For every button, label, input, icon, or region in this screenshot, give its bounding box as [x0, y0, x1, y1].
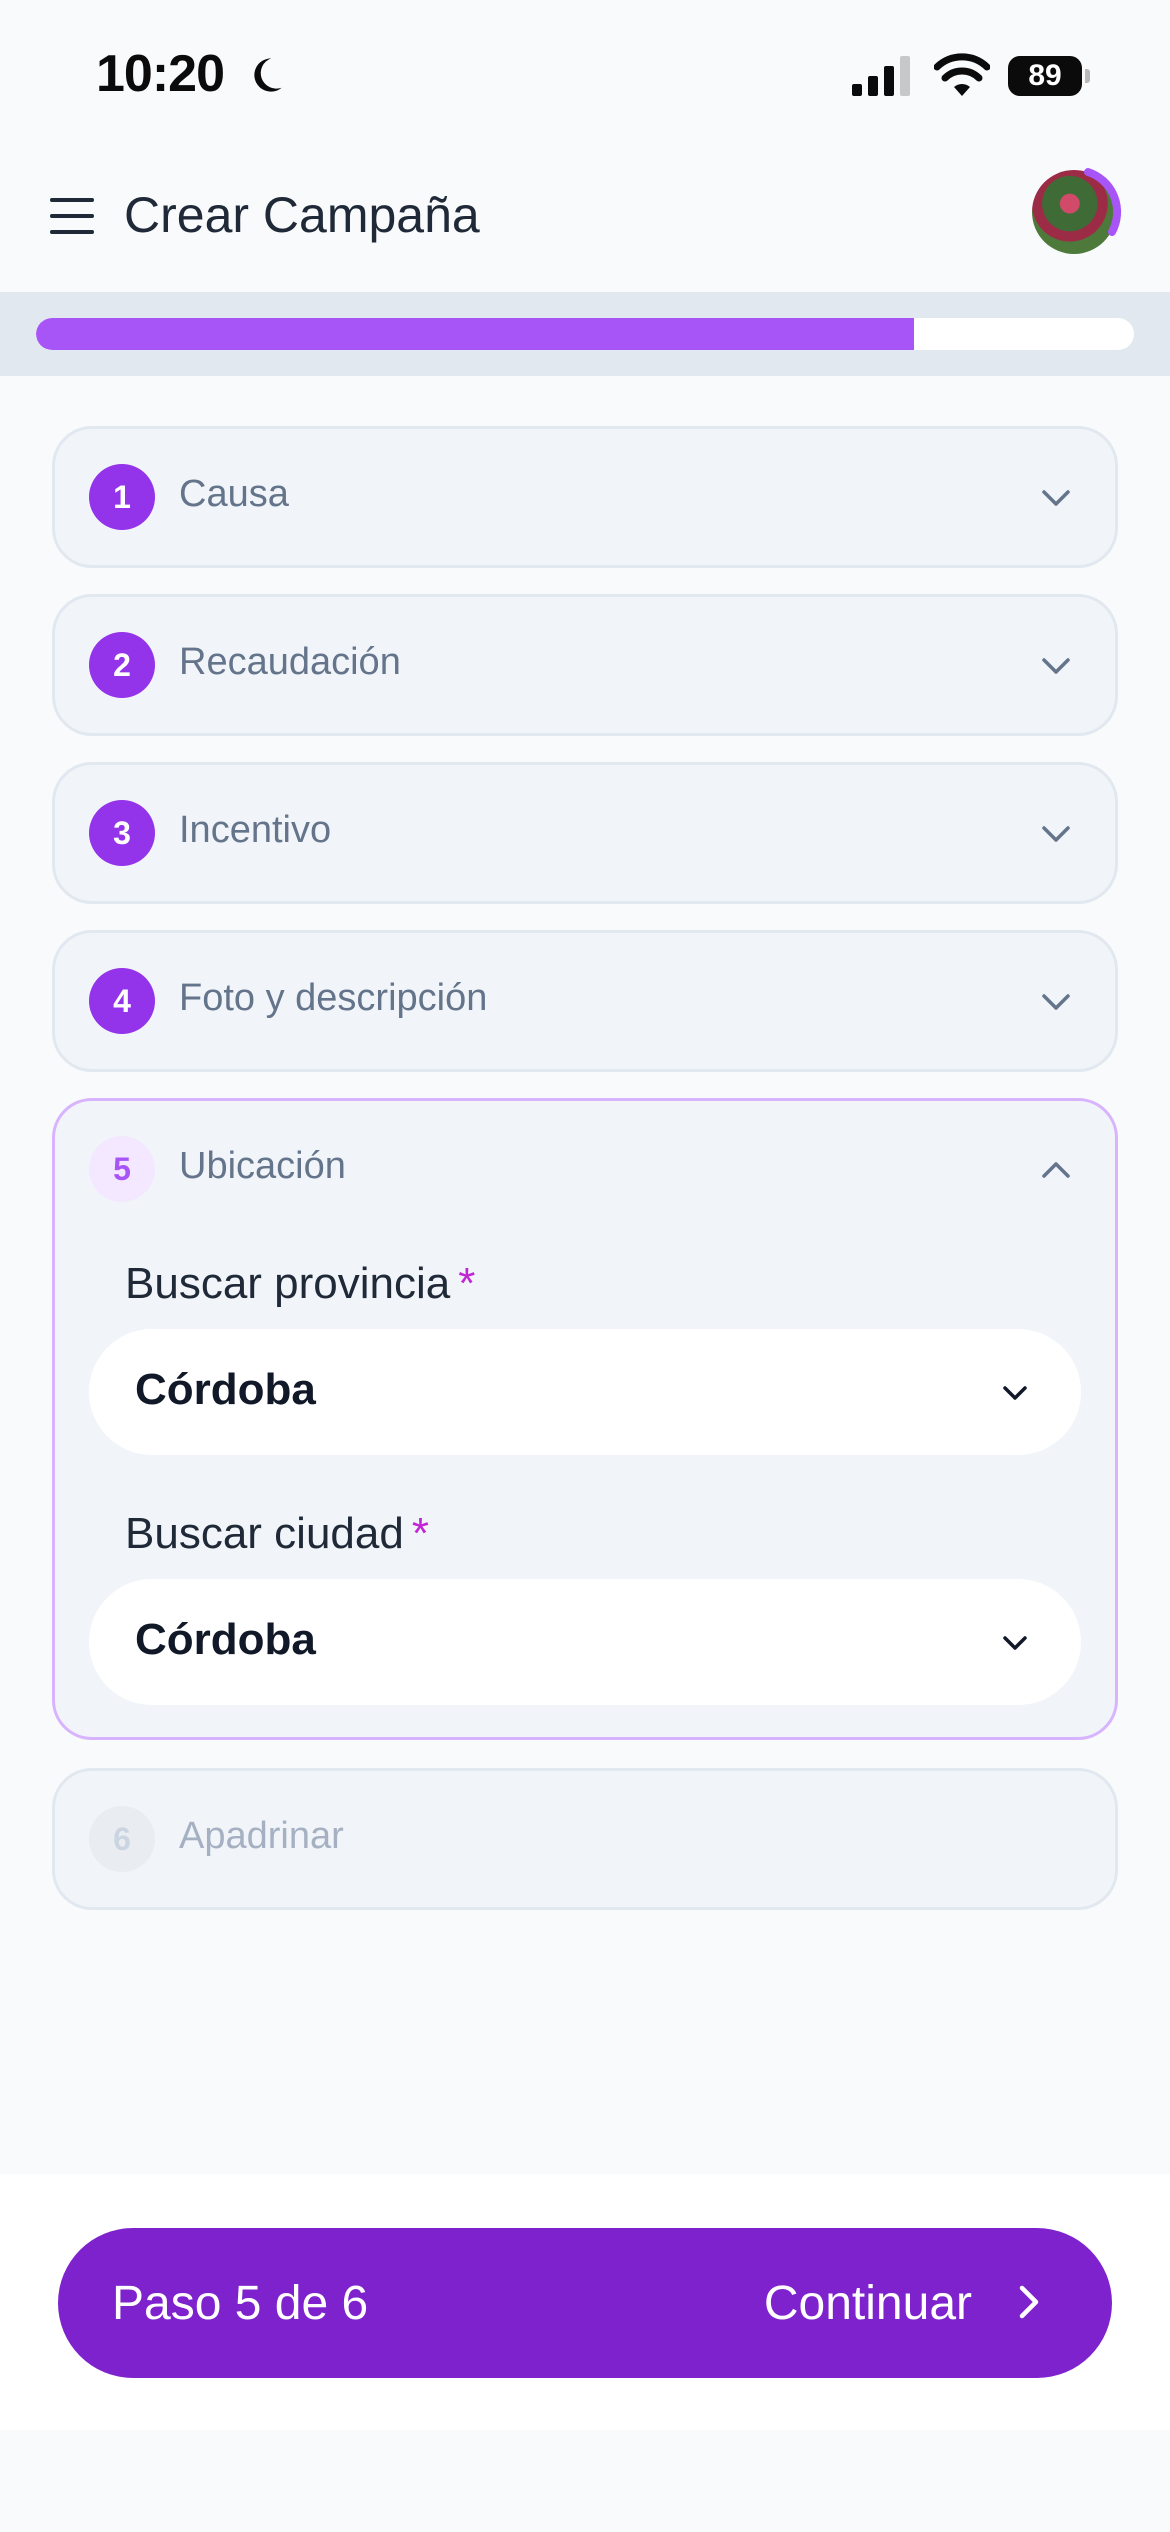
hamburger-menu-icon[interactable] [50, 196, 94, 236]
continue-button[interactable]: Paso 5 de 6 Continuar [58, 2228, 1112, 2378]
step-number-badge: 3 [89, 800, 155, 866]
chevron-down-icon [1042, 994, 1070, 1010]
step-label: Recaudación [179, 641, 401, 683]
chevron-down-icon [1042, 826, 1070, 842]
step-number-badge: 2 [89, 632, 155, 698]
battery-icon: 89 [1008, 56, 1090, 96]
chevron-right-icon [1019, 2285, 1039, 2319]
step-number-badge: 4 [89, 968, 155, 1034]
avatar-progress-ring [1084, 168, 1122, 236]
continue-label: Continuar [763, 2277, 972, 2330]
step-label: Ubicación [179, 1145, 346, 1187]
status-time: 10:20 [96, 45, 225, 103]
chevron-down-icon [1042, 490, 1070, 506]
chevron-down-icon [1042, 658, 1070, 674]
page-title: Crear Campaña [124, 187, 480, 243]
battery-level: 89 [1008, 56, 1082, 96]
required-asterisk: * [411, 1509, 429, 1558]
step-label: Foto y descripción [179, 977, 488, 1019]
moon-icon [254, 58, 282, 92]
progress-fill [36, 318, 915, 350]
step-counter: Paso 5 de 6 [112, 2277, 369, 2330]
chevron-up-icon[interactable] [1039, 1153, 1073, 1187]
city-field-label: Buscar ciudad * [125, 1509, 429, 1558]
avatar[interactable] [1026, 164, 1124, 262]
chevron-down-icon [1003, 1636, 1027, 1650]
step-label: Causa [179, 473, 289, 515]
step-incentivo[interactable]: 3 Incentivo [52, 762, 1118, 904]
step-number-badge: 6 [89, 1806, 155, 1872]
step-label: Incentivo [179, 809, 332, 851]
province-select[interactable]: Córdoba [89, 1329, 1081, 1455]
cellular-signal-icon [852, 56, 910, 96]
step-apadrinar: 6 Apadrinar [52, 1768, 1118, 1910]
step-ubicacion: 5 Ubicación Buscar provincia * Córdoba Bu… [52, 1098, 1118, 1740]
step-number-badge: 1 [89, 464, 155, 530]
city-select-value: Córdoba [135, 1615, 316, 1664]
province-select-value: Córdoba [135, 1365, 316, 1414]
step-foto-descripcion[interactable]: 4 Foto y descripción [52, 930, 1118, 1072]
province-field-label: Buscar provincia * [125, 1259, 476, 1308]
wifi-icon [934, 53, 990, 96]
step-recaudacion[interactable]: 2 Recaudación [52, 594, 1118, 736]
required-asterisk: * [458, 1259, 476, 1308]
progress-bar [36, 318, 1134, 350]
chevron-down-icon [1003, 1386, 1027, 1400]
step-causa[interactable]: 1 Causa [52, 426, 1118, 568]
step-label: Apadrinar [179, 1815, 344, 1857]
step-number-badge: 5 [89, 1136, 155, 1202]
city-select[interactable]: Córdoba [89, 1579, 1081, 1705]
